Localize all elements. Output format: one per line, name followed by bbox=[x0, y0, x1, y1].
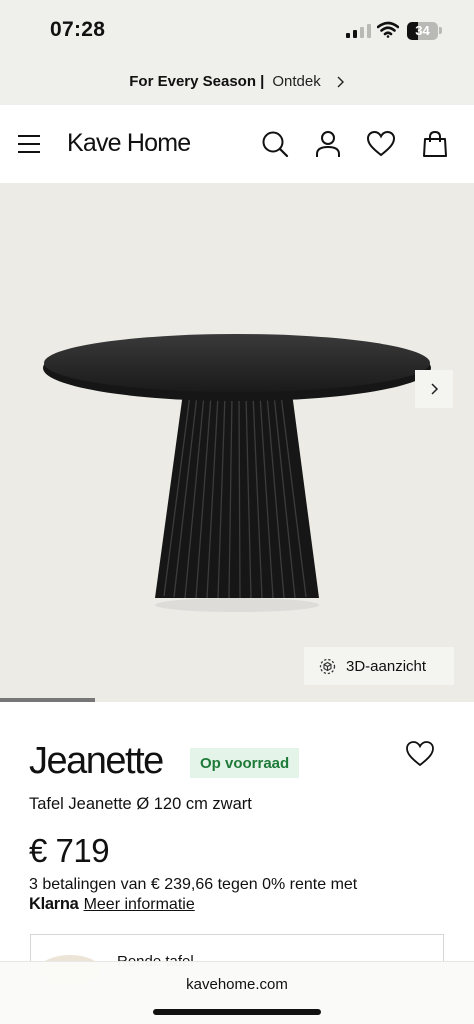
battery-nub bbox=[439, 27, 442, 34]
view-3d-label: 3D-aanzicht bbox=[346, 657, 427, 675]
search-icon[interactable] bbox=[261, 130, 289, 158]
chevron-right-icon bbox=[431, 383, 439, 395]
promo-text: For Every Season | bbox=[129, 73, 265, 90]
status-time: 07:28 bbox=[50, 18, 106, 41]
product-image[interactable] bbox=[40, 333, 435, 633]
browser-url-bar[interactable]: kavehome.com bbox=[0, 961, 474, 1024]
home-indicator bbox=[153, 1009, 321, 1015]
product-subtitle: Tafel Jeanette Ø 120 cm zwart bbox=[29, 795, 252, 813]
klarna-logo: Klarna bbox=[29, 895, 79, 913]
klarna-line: Klarna Meer informatie bbox=[29, 895, 195, 914]
gallery-progress-fill bbox=[0, 698, 95, 702]
3d-cube-icon bbox=[319, 658, 336, 674]
product-gallery[interactable]: 3D-aanzicht bbox=[0, 183, 474, 700]
shopping-bag-icon[interactable] bbox=[421, 130, 449, 158]
promo-link[interactable]: Ontdek bbox=[272, 73, 320, 90]
more-info-link[interactable]: Meer informatie bbox=[84, 896, 195, 913]
hamburger-menu-icon[interactable] bbox=[18, 135, 40, 153]
chevron-right-icon[interactable] bbox=[335, 76, 345, 88]
url-text[interactable]: kavehome.com bbox=[0, 976, 474, 993]
battery-icon: 34 bbox=[407, 22, 438, 40]
product-price: € 719 bbox=[29, 832, 110, 869]
site-header: Kave Home bbox=[0, 105, 474, 183]
heart-icon[interactable] bbox=[405, 740, 435, 768]
promo-banner[interactable]: For Every Season | Ontdek bbox=[0, 58, 474, 105]
next-image-button[interactable] bbox=[415, 370, 453, 408]
view-3d-button[interactable]: 3D-aanzicht bbox=[304, 647, 454, 685]
installment-info: 3 betalingen van € 239,66 tegen 0% rente… bbox=[29, 876, 358, 893]
product-name: Jeanette bbox=[29, 740, 164, 782]
user-icon[interactable] bbox=[314, 130, 342, 158]
signal-strength-icon bbox=[346, 24, 372, 38]
status-bar: 07:28 34 bbox=[0, 0, 474, 58]
gallery-progress bbox=[0, 698, 474, 702]
wifi-icon bbox=[377, 21, 399, 38]
logo[interactable]: Kave Home bbox=[67, 129, 191, 158]
stock-badge: Op voorraad bbox=[190, 748, 300, 778]
heart-icon[interactable] bbox=[367, 130, 395, 158]
battery-level: 34 bbox=[415, 23, 430, 38]
